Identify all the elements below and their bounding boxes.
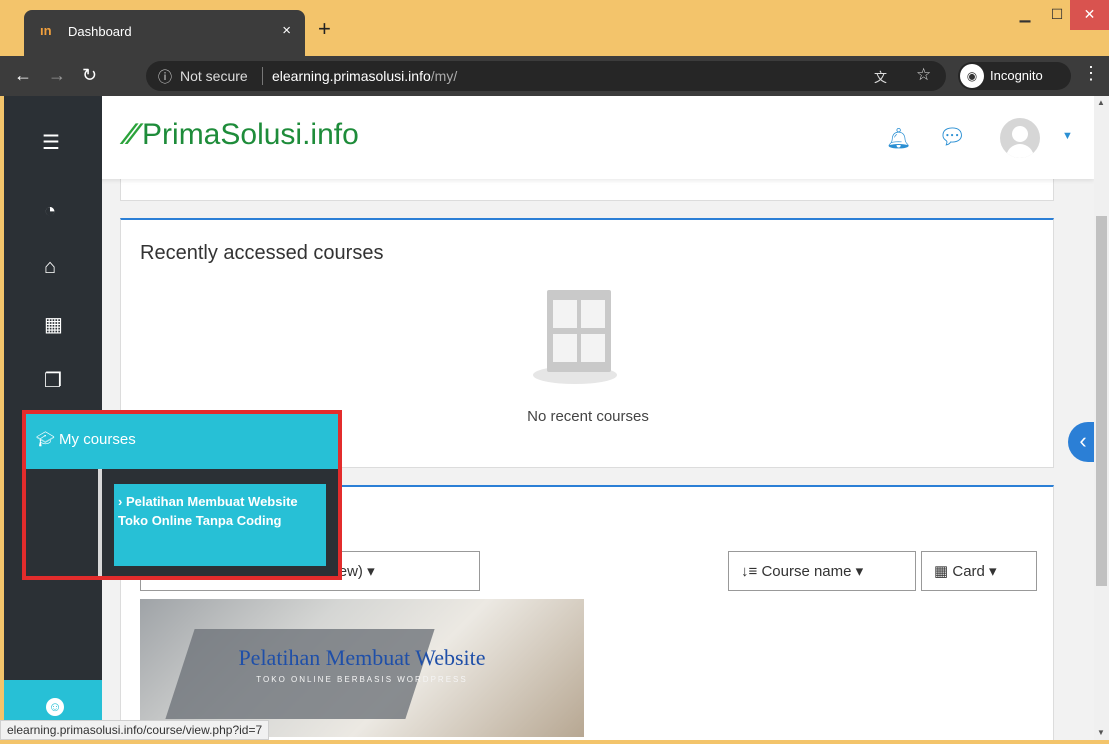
site-home-icon[interactable]: ⌂ — [44, 256, 56, 279]
illustration-cell — [581, 300, 605, 328]
site-logo[interactable]: ∕∕ PrimaSolusi.info — [126, 118, 359, 152]
list-rail — [98, 469, 102, 577]
hamburger-menu-icon[interactable]: ☰ — [42, 130, 60, 155]
illustration-board — [547, 290, 611, 372]
incognito-label: Incognito — [990, 68, 1043, 83]
block-title-recent: Recently accessed courses — [140, 242, 384, 264]
course-image-title: Pelatihan Membuat Website — [238, 645, 486, 670]
grid-icon: ▦ — [934, 563, 949, 580]
course-link-item[interactable]: › Pelatihan Membuat Website Toko Online … — [114, 484, 326, 566]
user-avatar[interactable] — [1000, 118, 1040, 158]
maximize-icon[interactable]: ☐ — [1040, 0, 1074, 30]
no-courses-illustration-icon — [533, 290, 617, 386]
scroll-down-icon[interactable]: ▼ — [1097, 728, 1105, 737]
bookmark-star-icon[interactable]: ☆ — [916, 65, 931, 85]
translate-icon[interactable]: 文 — [874, 67, 887, 86]
graduation-cap-icon: 🎓︎ — [36, 431, 56, 448]
chevron-down-icon: ▾ — [989, 563, 997, 580]
tab-dashboard[interactable]: ın Dashboard × — [24, 10, 305, 56]
back-icon[interactable]: ← — [14, 64, 32, 86]
scroll-thumb[interactable] — [1096, 216, 1107, 586]
previous-block-bottom — [120, 179, 1054, 201]
tab-bar: ın Dashboard × + ▁ ☐ ✕ — [0, 0, 1109, 56]
messages-chat-icon[interactable]: 💬︎ — [938, 124, 966, 150]
my-courses-list: › Pelatihan Membuat Website Toko Online … — [22, 469, 338, 577]
info-icon[interactable]: ⓘ — [158, 67, 172, 87]
chevron-right-icon: › — [118, 494, 123, 509]
address-separator — [262, 67, 263, 85]
sort-label: Course name — [761, 563, 852, 580]
forward-icon[interactable]: → — [48, 64, 66, 86]
illustration-cell — [581, 334, 605, 362]
site-navbar: ∕∕ PrimaSolusi.info 🔔︎ 💬︎ ▼ — [4, 96, 1094, 179]
new-tab-button[interactable]: + — [318, 18, 331, 40]
url-path: /my/ — [430, 68, 458, 84]
course-link-label: Pelatihan Membuat Website Toko Online Ta… — [118, 494, 298, 528]
user-menu-caret-icon[interactable]: ▼ — [1062, 130, 1073, 142]
course-card-image[interactable]: Pelatihan Membuat Website TOKO ONLINE BE… — [140, 599, 584, 737]
tab-title: Dashboard — [68, 24, 132, 39]
brand-mark-icon: ∕∕ — [126, 118, 137, 151]
private-files-icon[interactable]: ❐ — [44, 368, 62, 393]
dashboard-gauge-icon[interactable]: ◔ — [44, 200, 56, 223]
page-scrollbar[interactable]: ▲ ▼ — [1094, 96, 1109, 740]
view-label: Card — [952, 563, 985, 580]
illustration-cell — [553, 334, 577, 362]
course-image-subtitle: TOKO ONLINE BERBASIS WORDPRESS — [256, 675, 468, 684]
url-text: elearning.primasolusi.info/my/ — [272, 68, 457, 84]
illustration-cell — [553, 300, 577, 328]
my-courses-header[interactable]: 🎓︎ My courses — [22, 413, 338, 469]
laptop-graphic — [165, 629, 435, 719]
accessibility-icon: ☺ — [46, 698, 64, 716]
url-host: elearning.primasolusi.info — [272, 68, 431, 84]
status-url-bubble: elearning.primasolusi.info/course/view.p… — [0, 720, 270, 740]
notifications-bell-icon[interactable]: 🔔︎ — [886, 126, 911, 151]
browser-toolbar: ← → ↻ ⓘ Not secure elearning.primasolusi… — [0, 56, 1109, 96]
incognito-badge[interactable]: ◉ Incognito — [958, 62, 1071, 90]
browser-menu-icon[interactable]: ⋮ — [1082, 63, 1100, 84]
minimize-icon[interactable]: ▁ — [1008, 0, 1042, 30]
reload-icon[interactable]: ↻ — [82, 64, 97, 86]
incognito-icon: ◉ — [960, 64, 984, 88]
block-drawer-toggle-icon[interactable]: ‹ — [1068, 422, 1094, 462]
browser-window: ın Dashboard × + ▁ ☐ ✕ ← → ↻ ⓘ Not secur… — [0, 0, 1109, 744]
security-label: Not secure — [180, 68, 248, 84]
moodle-favicon-icon: ın — [40, 23, 52, 38]
sort-dropdown[interactable]: ↓≡ Course name ▾ — [728, 551, 916, 591]
tab-close-icon[interactable]: × — [282, 22, 291, 39]
close-window-icon[interactable]: ✕ — [1070, 0, 1109, 30]
brand-name: PrimaSolusi.info — [142, 118, 359, 151]
calendar-icon[interactable]: ▦ — [44, 312, 63, 337]
my-courses-flyout: 🎓︎ My courses › Pelatihan Membuat Website… — [22, 413, 338, 577]
address-bar[interactable]: ⓘ Not secure elearning.primasolusi.info/… — [146, 61, 946, 91]
sort-icon: ↓≡ — [741, 563, 758, 580]
scroll-up-icon[interactable]: ▲ — [1097, 98, 1105, 107]
my-courses-label: My courses — [59, 431, 136, 448]
chevron-down-icon: ▾ — [855, 563, 864, 580]
view-mode-dropdown[interactable]: ▦ Card ▾ — [921, 551, 1037, 591]
chevron-down-icon: ▾ — [367, 563, 375, 580]
